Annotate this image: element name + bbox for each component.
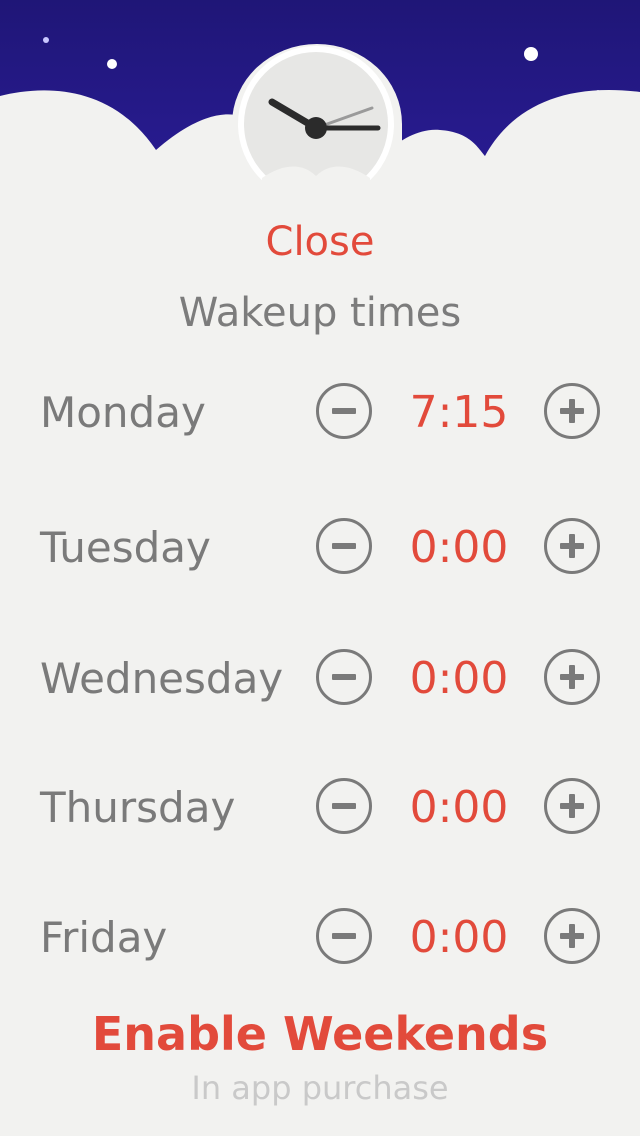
increment-button[interactable] — [544, 778, 600, 834]
decrement-button[interactable] — [316, 649, 372, 705]
clock-icon — [232, 44, 402, 202]
time-value[interactable]: 0:00 — [396, 772, 522, 844]
increment-button[interactable] — [544, 908, 600, 964]
close-button[interactable]: Close — [0, 216, 640, 268]
time-value[interactable]: 0:00 — [396, 512, 522, 584]
plus-circle-icon — [560, 794, 584, 818]
decrement-button[interactable] — [316, 383, 372, 439]
minus-circle-icon — [332, 933, 356, 939]
day-row-monday: Monday 7:15 — [0, 377, 640, 449]
in-app-purchase-note: In app purchase — [191, 1069, 449, 1107]
day-label: Tuesday — [40, 523, 211, 572]
decrement-button[interactable] — [316, 778, 372, 834]
increment-button[interactable] — [544, 518, 600, 574]
decrement-button[interactable] — [316, 518, 372, 574]
decrement-button[interactable] — [316, 908, 372, 964]
increment-button[interactable] — [544, 383, 600, 439]
plus-circle-icon — [560, 924, 584, 948]
day-label: Friday — [40, 913, 168, 962]
time-value[interactable]: 7:15 — [396, 377, 522, 449]
day-label: Monday — [40, 388, 206, 437]
enable-weekends-button[interactable]: Enable Weekends — [0, 1004, 640, 1064]
time-value[interactable]: 0:00 — [396, 643, 522, 715]
day-row-friday: Friday 0:00 — [0, 902, 640, 974]
minus-circle-icon — [332, 674, 356, 680]
plus-circle-icon — [560, 665, 584, 689]
plus-circle-icon — [560, 399, 584, 423]
increment-button[interactable] — [544, 649, 600, 705]
day-row-thursday: Thursday 0:00 — [0, 772, 640, 844]
day-label: Wednesday — [40, 654, 284, 703]
time-value[interactable]: 0:00 — [396, 902, 522, 974]
minus-circle-icon — [332, 803, 356, 809]
minus-circle-icon — [332, 408, 356, 414]
page-title: Wakeup times — [178, 290, 462, 336]
star-icon — [43, 37, 49, 43]
day-label: Thursday — [40, 783, 236, 832]
plus-circle-icon — [560, 534, 584, 558]
star-icon — [107, 59, 117, 69]
star-icon — [524, 47, 538, 61]
day-row-wednesday: Wednesday 0:00 — [0, 643, 640, 715]
day-row-tuesday: Tuesday 0:00 — [0, 512, 640, 584]
minus-circle-icon — [332, 543, 356, 549]
